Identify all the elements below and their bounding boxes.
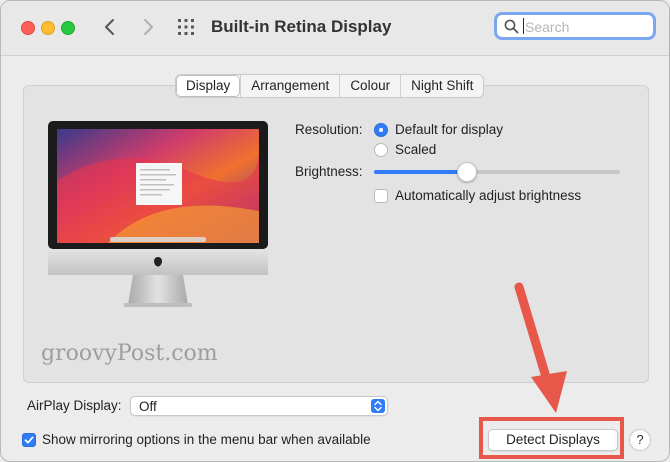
system-preferences-window: Built-in Retina Display Display Arrangem…	[0, 0, 670, 462]
airplay-display-value: Off	[139, 399, 157, 414]
zoom-window-button[interactable]	[61, 21, 75, 35]
tab-night-shift[interactable]: Night Shift	[400, 75, 483, 97]
search-field[interactable]	[494, 12, 656, 40]
brightness-label: Brightness:	[295, 164, 363, 179]
show-all-grid-icon[interactable]	[177, 18, 195, 36]
mirroring-options-label[interactable]: Show mirroring options in the menu bar w…	[42, 432, 371, 447]
detect-displays-button[interactable]: Detect Displays	[488, 429, 618, 451]
search-input[interactable]	[523, 17, 652, 37]
brightness-slider-fill	[374, 170, 468, 174]
close-window-button[interactable]	[21, 21, 35, 35]
tab-colour[interactable]: Colour	[339, 75, 400, 97]
chevron-right-icon	[144, 19, 153, 35]
resolution-scaled-radio[interactable]	[374, 143, 388, 157]
search-icon	[504, 19, 519, 34]
help-button[interactable]: ?	[629, 429, 651, 451]
minimize-window-button[interactable]	[41, 21, 55, 35]
window-title: Built-in Retina Display	[211, 17, 392, 36]
auto-brightness-checkbox[interactable]	[374, 189, 388, 203]
chevron-left-icon	[105, 19, 114, 35]
auto-brightness-label[interactable]: Automatically adjust brightness	[395, 188, 581, 203]
annotation-arrow-icon	[514, 282, 567, 413]
mirroring-options-checkbox[interactable]	[22, 433, 36, 447]
resolution-default-label[interactable]: Default for display	[395, 122, 503, 137]
resolution-label: Resolution:	[295, 122, 363, 137]
watermark-text: groovyPost.com	[41, 341, 218, 366]
airplay-display-select[interactable]: Off	[130, 396, 388, 416]
resolution-scaled-label[interactable]: Scaled	[395, 142, 436, 157]
select-stepper-icon	[371, 399, 385, 413]
checkmark-icon	[24, 436, 34, 444]
brightness-slider[interactable]	[374, 170, 620, 174]
airplay-display-label: AirPlay Display:	[27, 398, 122, 413]
text-cursor	[523, 18, 524, 34]
tab-display[interactable]: Display	[176, 75, 241, 97]
resolution-default-radio[interactable]	[374, 123, 388, 137]
tab-arrangement[interactable]: Arrangement	[240, 75, 339, 97]
imac-display-image	[48, 121, 268, 307]
tab-bar: Display Arrangement Colour Night Shift	[175, 74, 485, 98]
forward-button[interactable]	[137, 15, 159, 39]
title-bar: Built-in Retina Display	[1, 1, 669, 56]
back-button[interactable]	[99, 15, 121, 39]
